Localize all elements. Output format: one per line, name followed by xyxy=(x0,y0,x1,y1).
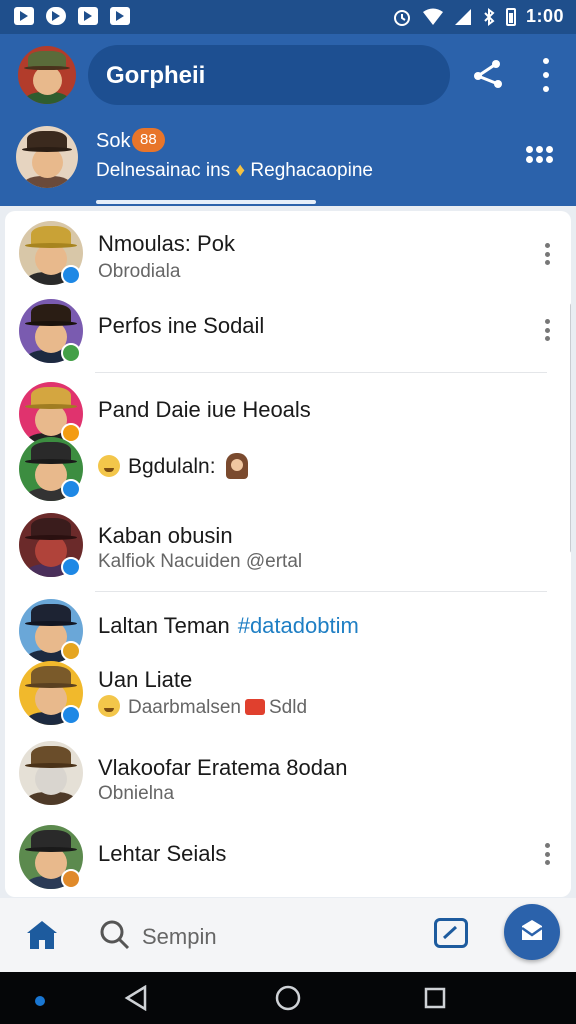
online-badge-icon xyxy=(61,343,81,363)
verified-badge-icon xyxy=(61,479,81,499)
verified-badge-icon xyxy=(61,557,81,577)
chat-row[interactable]: Nmoulas: Pok Obrodiala xyxy=(5,219,571,299)
battery-icon xyxy=(505,7,516,26)
chat-list: Nmoulas: Pok Obrodiala Perfos ine Sodail… xyxy=(5,211,571,897)
chat-name: Pand Daie iue Heoals xyxy=(98,397,311,422)
scrollbar[interactable] xyxy=(570,303,571,553)
profile-avatar[interactable] xyxy=(16,126,78,188)
chat-subtitle: Daarbmalsen Sdld xyxy=(98,695,307,719)
row-menu-icon[interactable] xyxy=(543,319,551,341)
chat-name: Uan Liate xyxy=(98,667,193,692)
flag-emoji-icon xyxy=(245,699,265,715)
row-menu-icon[interactable] xyxy=(543,843,551,865)
divider xyxy=(95,591,547,592)
new-message-button[interactable] xyxy=(504,904,560,960)
chat-subtitle: Kalfiok Nacuiden @ertal xyxy=(98,551,303,572)
chat-name: Lehtar Seials xyxy=(98,841,227,866)
chat-hashtag[interactable]: #datadobtim xyxy=(238,613,359,638)
profile-status: Delnesainac ins ♦ Reghacaopine xyxy=(96,160,373,182)
grin-emoji-icon xyxy=(98,695,120,717)
chat-subtitle: Obnielna xyxy=(98,783,175,804)
status-badge-icon xyxy=(61,641,81,661)
back-icon[interactable] xyxy=(124,985,148,1011)
compose-icon[interactable] xyxy=(434,918,468,948)
chat-row[interactable]: Vlakoofar Eratema 8odan Obnielna xyxy=(5,739,571,819)
system-status: 1:00 xyxy=(392,6,564,27)
profile-status-text: Delnesainac ins xyxy=(96,160,231,181)
smile-emoji-icon xyxy=(98,455,120,477)
chat-avatar xyxy=(19,741,83,805)
wifi-icon xyxy=(422,8,443,25)
profile-name: Sok xyxy=(96,130,131,152)
person-emoji-icon xyxy=(225,453,248,479)
chat-subtitle-text: Bgdulaln: xyxy=(128,455,216,478)
row-menu-icon[interactable] xyxy=(543,243,551,265)
grid-dots-icon[interactable] xyxy=(526,146,553,164)
message-notification-icon xyxy=(46,7,66,25)
alarm-icon xyxy=(393,9,410,26)
search-bar[interactable]: Gогрhеіі xyxy=(88,45,450,105)
gallery-notification-icon xyxy=(14,7,34,25)
more-options-icon[interactable] xyxy=(534,58,558,92)
chat-name: Nmoulas: Pok xyxy=(98,231,235,256)
home-icon[interactable] xyxy=(26,920,58,950)
chat-row[interactable]: Laltan Teman #datadobtim Uan Liate Daarbm… xyxy=(5,597,571,733)
notification-icons xyxy=(14,7,130,25)
mail-icon xyxy=(521,920,543,940)
signal-icon xyxy=(454,8,471,25)
app-header: Gогрhеіі Sok 88 Delnesainac ins ♦ Reghac… xyxy=(0,34,576,206)
share-icon[interactable] xyxy=(470,56,506,92)
verified-badge-icon xyxy=(61,705,81,725)
play-notification-icon xyxy=(110,7,130,25)
divider xyxy=(95,372,547,373)
bluetooth-icon xyxy=(484,7,495,26)
search-icon[interactable] xyxy=(100,920,130,950)
chat-subtitle: Bgdulaln: xyxy=(98,453,248,479)
chat-name: Vlakoofar Eratema 8odan xyxy=(98,755,348,780)
recents-icon[interactable] xyxy=(424,987,446,1009)
profile-badge: 88 xyxy=(132,128,165,152)
chat-row[interactable]: Perfos ine Sodail xyxy=(5,299,571,369)
chat-name: Kaban obusin xyxy=(98,523,233,548)
profile-status-tail: Reghacaopine xyxy=(250,160,373,181)
search-label[interactable]: Sempin xyxy=(142,924,217,950)
chat-row[interactable]: Kaban obusin Kalfiok Nacuiden @ertal xyxy=(5,509,571,587)
status-bar: 1:00 xyxy=(0,0,576,34)
chat-subtitle: Obrodiala xyxy=(98,261,181,282)
tab-indicator xyxy=(96,200,316,204)
account-avatar[interactable] xyxy=(16,44,78,106)
thumbs-icon: ♦ xyxy=(235,160,246,181)
verified-badge-icon xyxy=(61,265,81,285)
chat-subtitle-text: Daarbmalsen xyxy=(128,697,241,718)
assistant-dot-icon xyxy=(35,996,45,1006)
chat-row[interactable]: Pand Daie iue Heoals Bgdulaln: xyxy=(5,379,571,503)
video-notification-icon xyxy=(78,7,98,25)
bottom-bar: Sempin xyxy=(0,898,576,972)
chat-subtitle-tail: Sdld xyxy=(269,697,308,718)
chat-name-text: Laltan Teman xyxy=(98,613,230,638)
chat-row[interactable]: Lehtar Seials xyxy=(5,823,571,897)
home-nav-icon[interactable] xyxy=(275,985,301,1011)
status-badge-icon xyxy=(61,869,81,889)
chat-name: Laltan Teman #datadobtim xyxy=(98,613,359,639)
chat-name: Perfos ine Sodail xyxy=(98,313,265,338)
clock: 1:00 xyxy=(525,6,564,26)
app-title: Gогрhеіі xyxy=(106,62,206,89)
system-navigation-bar xyxy=(0,972,576,1024)
